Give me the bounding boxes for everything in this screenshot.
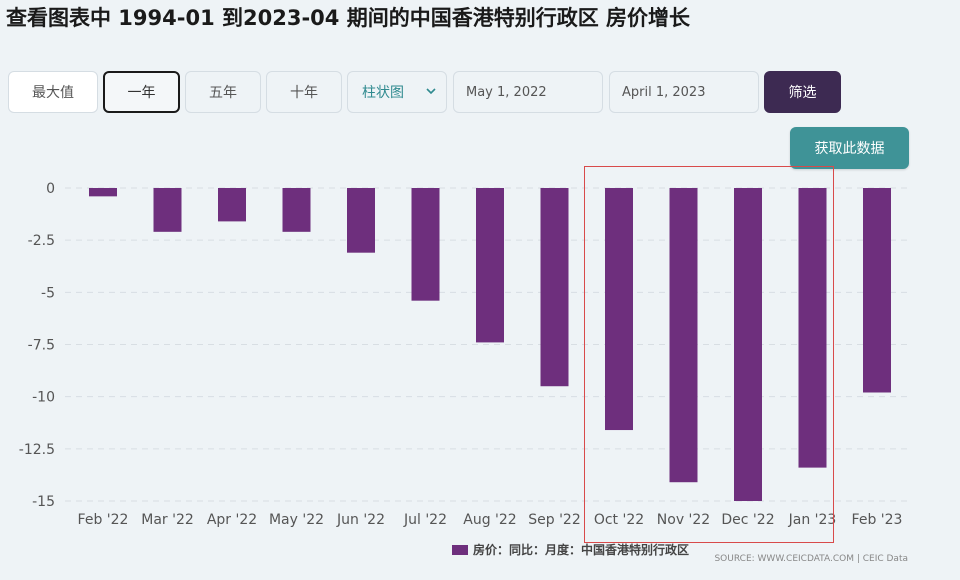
chart-type-select[interactable]: 柱状图	[347, 71, 447, 113]
x-tick-label: Apr '22	[207, 512, 257, 528]
y-tick-label: -2.5	[28, 233, 55, 249]
bar[interactable]	[347, 188, 375, 253]
x-tick-label: Aug '22	[463, 512, 516, 528]
chart-toolbar: 最大值 一年 五年 十年 柱状图 May 1, 2022 April 1, 20…	[0, 0, 960, 169]
legend-swatch	[452, 544, 468, 555]
max-range-button[interactable]: 最大值	[8, 71, 98, 113]
bar[interactable]	[411, 188, 440, 301]
y-tick-label: -5	[41, 285, 55, 301]
x-tick-label: Sep '22	[528, 512, 581, 528]
y-tick-label: -12.5	[19, 442, 55, 458]
y-tick-label: 0	[46, 181, 55, 197]
x-tick-label: Feb '22	[78, 512, 129, 528]
x-tick-label: Mar '22	[141, 512, 194, 528]
x-tick-label: Feb '23	[852, 512, 903, 528]
bar[interactable]	[153, 188, 182, 232]
source-note: SOURCE: WWW.CEICDATA.COM | CEIC Data	[714, 554, 908, 564]
x-tick-label: Dec '22	[721, 512, 774, 528]
x-tick-label: Jan '23	[788, 512, 837, 528]
y-tick-label: -15	[32, 494, 55, 510]
bar[interactable]	[798, 188, 827, 468]
bar[interactable]	[282, 188, 311, 232]
x-tick-label: May '22	[269, 512, 324, 528]
bar[interactable]	[218, 188, 246, 222]
bar[interactable]	[476, 188, 504, 343]
bar-chart: 0 -2.5 -5 -7.5 -10 -12.5 -15 Feb '22 Mar '22 Apr…	[19, 181, 908, 528]
bar[interactable]	[89, 188, 117, 197]
filter-button[interactable]: 筛选	[764, 71, 841, 113]
y-axis: 0 -2.5 -5 -7.5 -10 -12.5 -15	[19, 181, 55, 510]
legend[interactable]: 房价：同比：月度：中国香港特别行政区	[452, 541, 689, 558]
x-tick-label: Jul '22	[403, 512, 447, 528]
bar[interactable]	[734, 188, 762, 501]
x-tick-label: Jun '22	[336, 512, 385, 528]
x-tick-label: Oct '22	[594, 512, 644, 528]
bar[interactable]	[605, 188, 633, 431]
bar[interactable]	[669, 188, 698, 483]
legend-label: 房价：同比：月度：中国香港特别行政区	[473, 543, 690, 557]
chart-type-value: 柱状图	[362, 85, 404, 101]
y-tick-label: -7.5	[28, 338, 55, 354]
ten-year-button[interactable]: 十年	[266, 71, 342, 113]
x-tick-label: Nov '22	[657, 512, 710, 528]
x-axis: Feb '22 Mar '22 Apr '22 May '22 Jun '22 Jul '…	[78, 512, 903, 528]
five-year-button[interactable]: 五年	[185, 71, 261, 113]
one-year-button[interactable]: 一年	[103, 71, 180, 113]
bar[interactable]	[540, 188, 569, 387]
start-date-input[interactable]: May 1, 2022	[453, 71, 603, 113]
chevron-down-icon	[426, 88, 436, 95]
y-tick-label: -10	[32, 390, 55, 406]
end-date-input[interactable]: April 1, 2023	[609, 71, 759, 113]
bar[interactable]	[863, 188, 891, 393]
